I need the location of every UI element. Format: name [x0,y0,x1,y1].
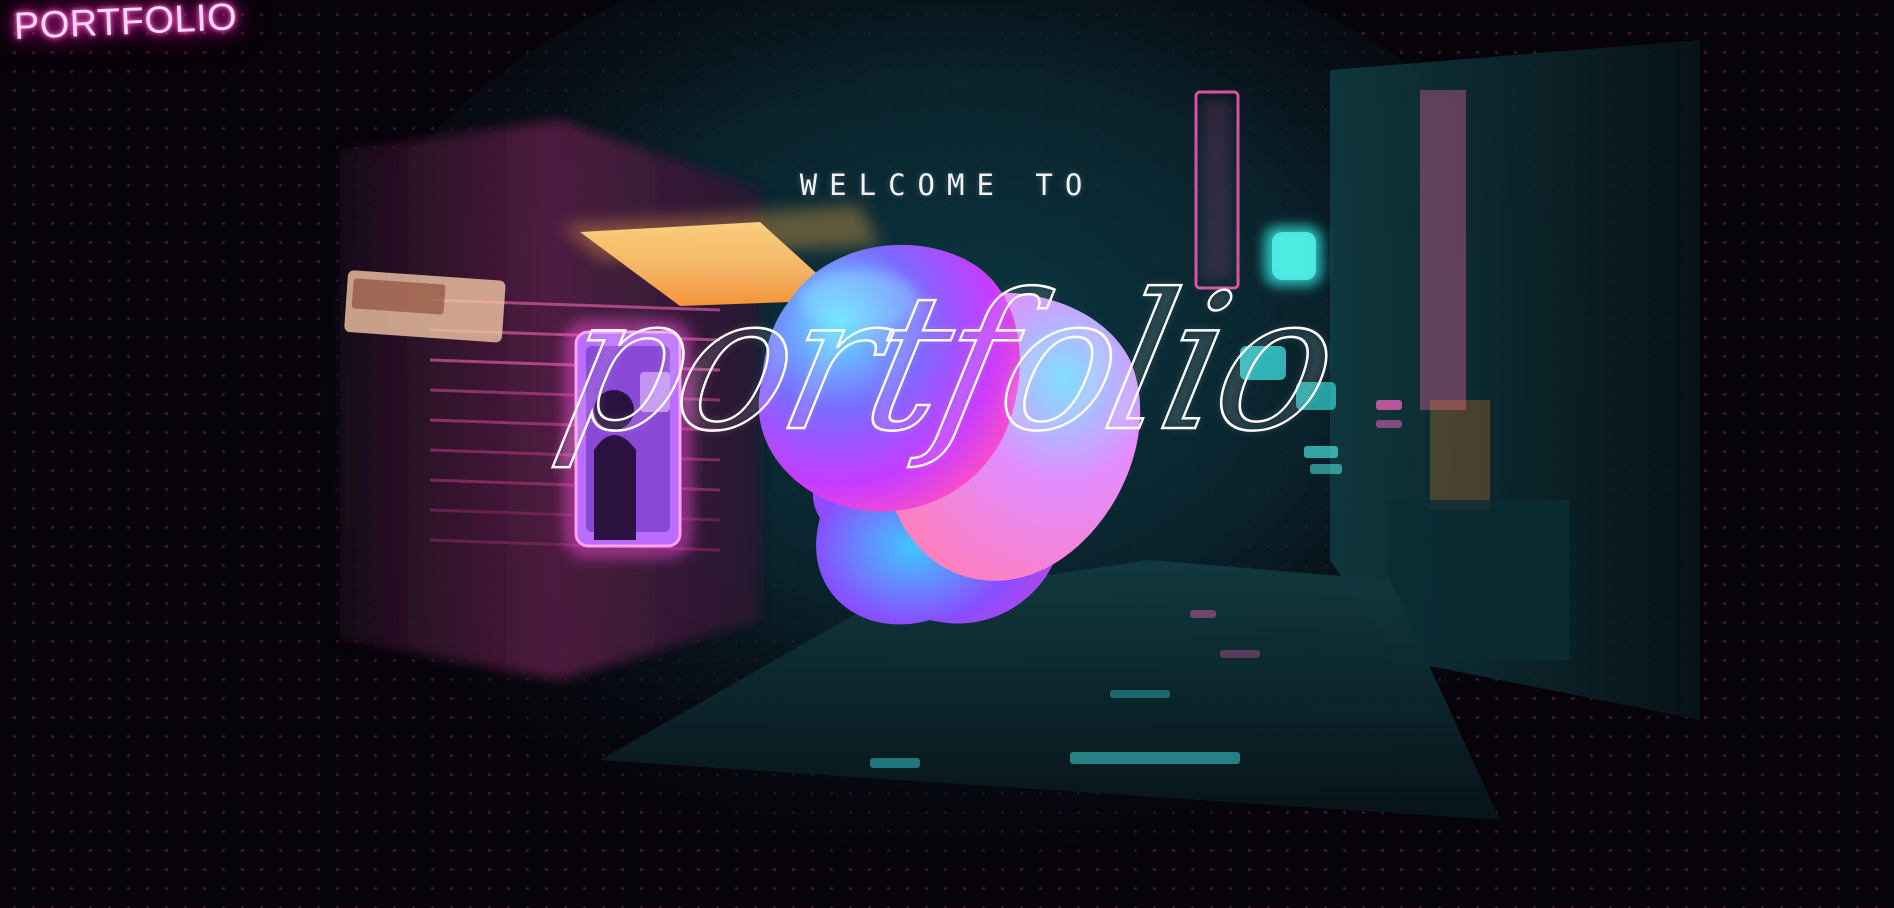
hero-kicker: WELCOME TO [799,168,1095,202]
hero-title: portfolio [542,253,1352,475]
landing-page: PORTFOLIO WELCOME TO portfolio [0,0,1894,908]
